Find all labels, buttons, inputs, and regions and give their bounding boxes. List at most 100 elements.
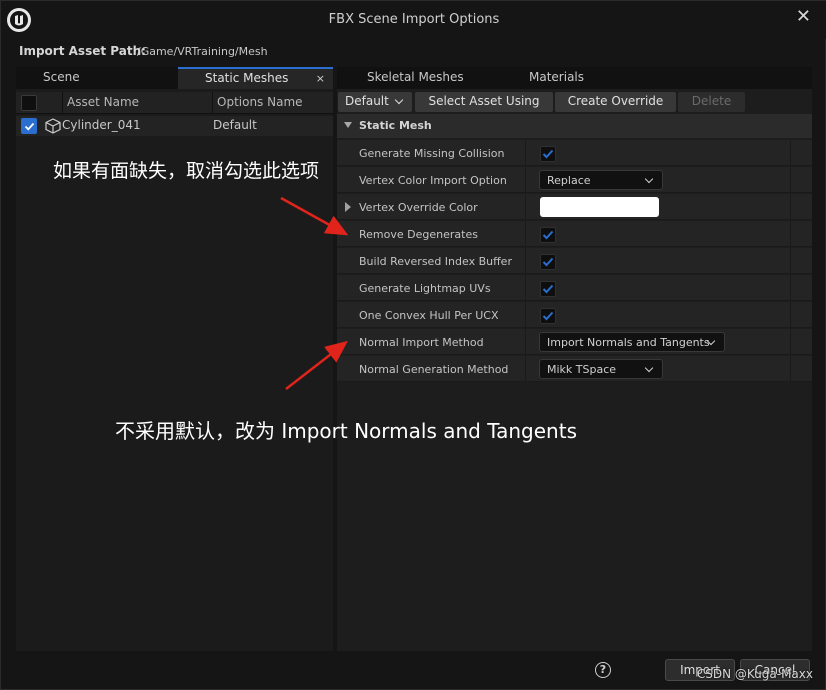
- tab-close-icon[interactable]: ×: [316, 72, 325, 85]
- column-divider: [525, 329, 526, 355]
- column-divider: [790, 302, 791, 328]
- window-title: FBX Scene Import Options: [328, 12, 500, 27]
- create-override-button[interactable]: Create Override: [555, 92, 676, 112]
- tab-scene[interactable]: Scene: [16, 67, 178, 89]
- normal-import-method-combo[interactable]: Import Normals and Tangents: [539, 332, 725, 352]
- prop-generate-missing-collision: Generate Missing Collision: [337, 140, 812, 166]
- column-divider: [790, 275, 791, 301]
- tab-static-meshes[interactable]: Static Meshes ×: [178, 67, 333, 89]
- section-static-mesh[interactable]: Static Mesh: [337, 114, 812, 138]
- tab-scene-label: Scene: [43, 70, 80, 84]
- expand-arrow-icon[interactable]: [345, 202, 351, 212]
- column-divider: [790, 248, 791, 274]
- options-combo-label: Default: [345, 94, 389, 108]
- property-label: Normal Generation Method: [359, 363, 509, 376]
- right-tab-bar: Skeletal Meshes Materials: [337, 67, 812, 89]
- chevron-down-icon: [644, 363, 654, 373]
- property-label: Vertex Override Color: [359, 201, 478, 214]
- column-divider: [525, 221, 526, 247]
- column-asset-name[interactable]: Asset Name: [67, 95, 139, 109]
- property-label: Vertex Color Import Option: [359, 174, 507, 187]
- chevron-down-icon: [394, 95, 404, 105]
- details-panel: Skeletal Meshes Materials Default Select…: [337, 67, 812, 651]
- options-name-cell: Default: [213, 118, 257, 132]
- column-divider: [525, 275, 526, 301]
- generate-lightmap-uvs-checkbox[interactable]: [540, 281, 556, 297]
- import-options-window: FBX Scene Import Options ✕ Import Asset …: [0, 0, 826, 690]
- annotation-note-normals: 不采用默认，改为 Import Normals and Tangents: [115, 419, 577, 443]
- checkmark-icon: [542, 149, 554, 159]
- column-divider: [525, 140, 526, 166]
- combo-value: Import Normals and Tangents: [547, 336, 710, 349]
- column-divider: [790, 221, 791, 247]
- asset-list-header: Asset Name Options Name: [16, 92, 333, 114]
- tab-skeletal-meshes[interactable]: Skeletal Meshes: [367, 70, 464, 84]
- prop-vertex-color-import-option: Vertex Color Import Option Replace: [337, 167, 812, 193]
- import-path-bar: Import Asset Path: /Game/VRTraining/Mesh: [1, 39, 826, 65]
- property-label: Build Reversed Index Buffer: [359, 255, 512, 268]
- close-icon[interactable]: ✕: [796, 6, 811, 27]
- options-toolbar: Default Select Asset Using Create Overri…: [337, 91, 812, 113]
- one-convex-hull-per-ucx-checkbox[interactable]: [540, 308, 556, 324]
- select-asset-using-button[interactable]: Select Asset Using: [415, 92, 553, 112]
- prop-normal-generation-method: Normal Generation Method Mikk TSpace: [337, 356, 812, 382]
- prop-one-convex-hull-per-ucx: One Convex Hull Per UCX: [337, 302, 812, 328]
- delete-button[interactable]: Delete: [678, 92, 745, 112]
- section-title: Static Mesh: [359, 119, 432, 132]
- column-divider: [790, 356, 791, 382]
- column-divider: [525, 194, 526, 220]
- title-bar: FBX Scene Import Options ✕: [1, 1, 826, 39]
- left-tab-bar: Scene Static Meshes ×: [16, 67, 333, 89]
- import-path-value: /Game/VRTraining/Mesh: [137, 45, 268, 58]
- tab-materials[interactable]: Materials: [529, 70, 584, 84]
- row-checkbox[interactable]: [21, 118, 37, 134]
- prop-vertex-override-color: Vertex Override Color: [337, 194, 812, 220]
- property-label: Generate Missing Collision: [359, 147, 505, 160]
- asset-list-panel: Scene Static Meshes × Asset Name Options…: [16, 67, 333, 651]
- column-divider: [790, 167, 791, 193]
- column-divider: [525, 356, 526, 382]
- property-label: One Convex Hull Per UCX: [359, 309, 499, 322]
- normal-generation-method-combo[interactable]: Mikk TSpace: [539, 359, 663, 379]
- checkmark-icon: [542, 284, 554, 294]
- prop-generate-lightmap-uvs: Generate Lightmap UVs: [337, 275, 812, 301]
- select-all-checkbox[interactable]: [21, 95, 37, 111]
- generate-missing-collision-checkbox[interactable]: [540, 146, 556, 162]
- chevron-down-icon: [644, 174, 654, 184]
- column-divider: [525, 302, 526, 328]
- combo-value: Mikk TSpace: [547, 363, 617, 376]
- column-divider: [525, 167, 526, 193]
- property-label: Remove Degenerates: [359, 228, 478, 241]
- column-divider: [212, 92, 213, 114]
- column-divider: [62, 92, 63, 114]
- property-label: Normal Import Method: [359, 336, 484, 349]
- import-path-label: Import Asset Path:: [19, 44, 146, 58]
- static-mesh-icon: [45, 118, 61, 134]
- prop-normal-import-method: Normal Import Method Import Normals and …: [337, 329, 812, 355]
- dialog-footer: ? Import Cancel CSDN @Kuga-Maxx: [1, 653, 826, 690]
- checkmark-icon: [542, 311, 554, 321]
- combo-value: Replace: [547, 174, 591, 187]
- tab-static-meshes-label: Static Meshes: [205, 71, 289, 85]
- vertex-override-color-swatch[interactable]: [540, 197, 659, 217]
- prop-build-reversed-index-buffer: Build Reversed Index Buffer: [337, 248, 812, 274]
- options-combo[interactable]: Default: [338, 92, 412, 112]
- vertex-color-import-combo[interactable]: Replace: [539, 170, 663, 190]
- annotation-note-uncheck: 如果有面缺失，取消勾选此选项: [53, 160, 320, 182]
- remove-degenerates-checkbox[interactable]: [540, 227, 556, 243]
- column-divider: [525, 248, 526, 274]
- property-label: Generate Lightmap UVs: [359, 282, 491, 295]
- column-divider: [790, 140, 791, 166]
- table-row[interactable]: Cylinder_041 Default: [16, 116, 333, 136]
- checkmark-icon: [24, 122, 34, 131]
- prop-remove-degenerates: Remove Degenerates: [337, 221, 812, 247]
- checkmark-icon: [542, 230, 554, 240]
- help-icon[interactable]: ?: [595, 662, 611, 678]
- collapse-arrow-icon: [344, 122, 352, 128]
- build-reversed-index-buffer-checkbox[interactable]: [540, 254, 556, 270]
- watermark: CSDN @Kuga-Maxx: [696, 667, 813, 681]
- column-divider: [790, 194, 791, 220]
- column-options-name[interactable]: Options Name: [217, 95, 303, 109]
- checkmark-icon: [542, 257, 554, 267]
- asset-name-cell: Cylinder_041: [62, 118, 141, 132]
